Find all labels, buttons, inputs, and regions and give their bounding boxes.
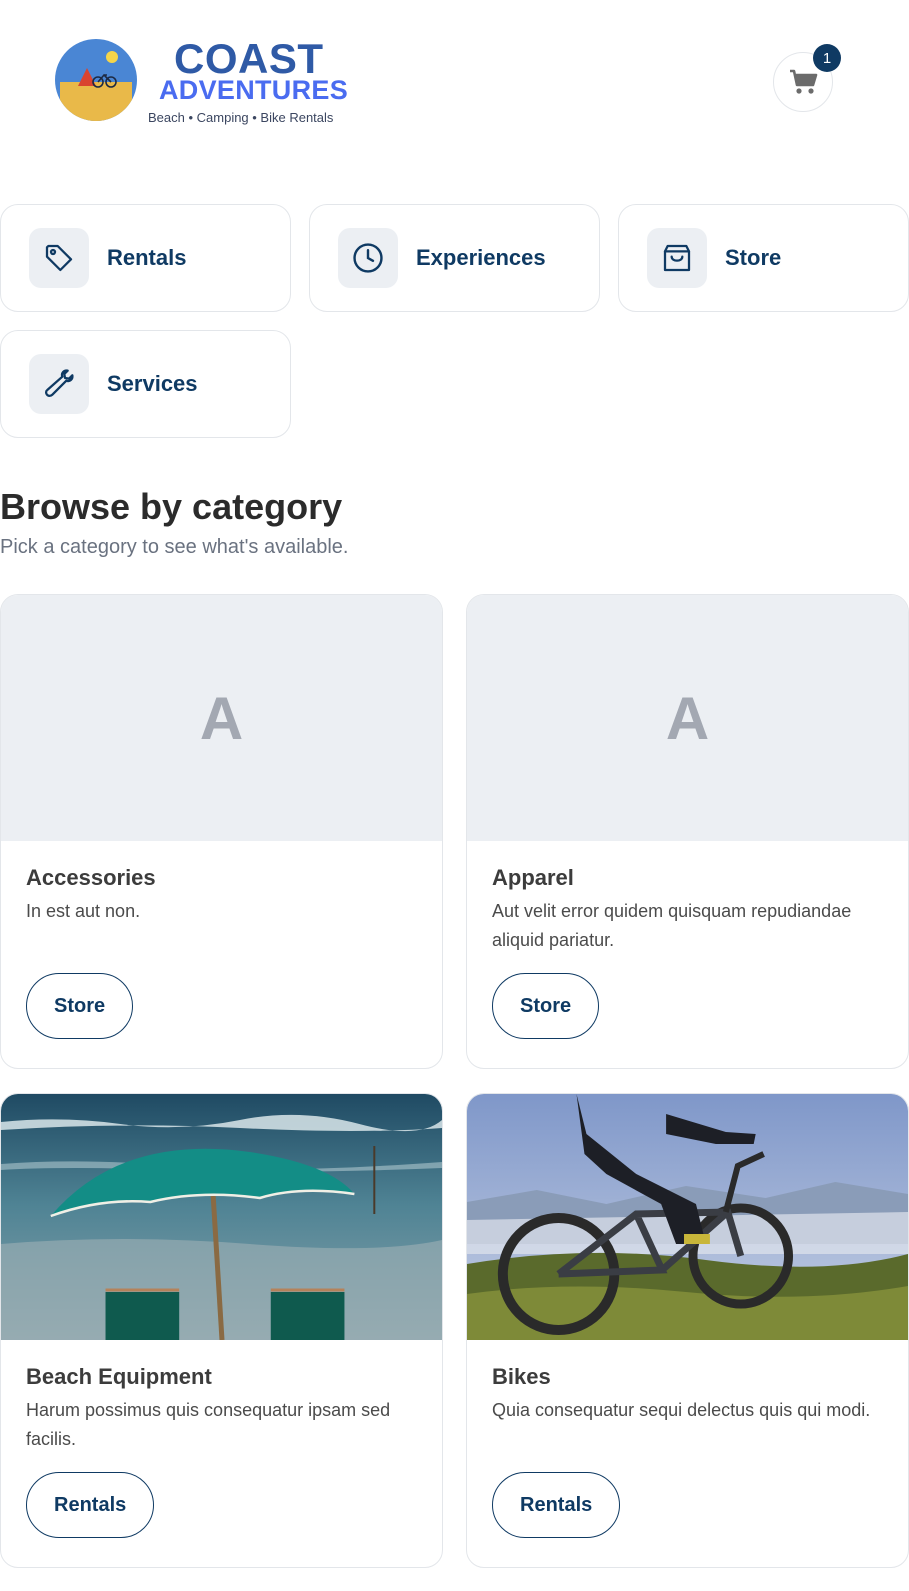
card-image-placeholder: A — [1, 595, 442, 841]
nav-label-experiences: Experiences — [416, 245, 546, 270]
nav-tile-store[interactable]: Store — [618, 204, 909, 312]
brand-name-line1: COAST — [174, 35, 324, 82]
card-description: Aut velit error quidem quisquam repudian… — [492, 901, 852, 950]
nav-tile-experiences[interactable]: Experiences — [309, 204, 600, 312]
cart-count-badge: 1 — [813, 44, 841, 72]
clock-icon — [338, 228, 398, 288]
category-card-beach-equipment[interactable]: Beach Equipment Harum possimus quis cons… — [0, 1093, 443, 1568]
nav-label-store: Store — [725, 245, 782, 270]
tag-icon — [29, 228, 89, 288]
wrench-icon — [29, 354, 89, 414]
shopping-bag-icon — [647, 228, 707, 288]
card-action-button[interactable]: Rentals — [26, 1472, 155, 1538]
browse-subtitle: Pick a category to see what's available. — [0, 536, 349, 558]
brand-tagline: Beach • Camping • Bike Rentals — [148, 110, 334, 125]
card-body: Beach Equipment Harum possimus quis cons… — [1, 1340, 442, 1567]
card-description: In est aut non. — [26, 901, 141, 921]
beach-umbrella-photo — [1, 1094, 442, 1340]
brand-name-line2: ADVENTURES — [159, 75, 349, 105]
card-title: Bikes — [492, 1364, 551, 1389]
nav-tile-rentals[interactable]: Rentals — [0, 204, 291, 312]
card-title: Accessories — [26, 865, 156, 890]
card-image-placeholder: A — [467, 595, 908, 841]
mountain-bike-photo — [467, 1094, 908, 1340]
card-action-button[interactable]: Store — [26, 973, 134, 1039]
category-card-apparel[interactable]: A Apparel Aut velit error quidem quisqua… — [466, 594, 909, 1069]
nav-label-rentals: Rentals — [107, 245, 187, 270]
category-card-accessories[interactable]: A Accessories In est aut non. Store — [0, 594, 443, 1069]
category-card-bikes[interactable]: Bikes Quia consequatur sequi delectus qu… — [466, 1093, 909, 1568]
card-body: Accessories In est aut non. Store — [1, 841, 442, 1068]
card-action-button[interactable]: Rentals — [492, 1472, 621, 1538]
card-body: Bikes Quia consequatur sequi delectus qu… — [467, 1340, 908, 1567]
card-description: Harum possimus quis consequatur ipsam se… — [26, 1400, 391, 1449]
brand-logo[interactable]: COAST ADVENTURES Beach • Camping • Bike … — [54, 38, 354, 128]
card-title: Beach Equipment — [26, 1364, 212, 1389]
logo-badge-icon — [55, 39, 137, 121]
card-description: Quia consequatur sequi delectus quis qui… — [492, 1400, 871, 1420]
placeholder-letter: A — [665, 684, 710, 752]
cart-icon — [790, 69, 818, 94]
card-action-button[interactable]: Store — [492, 973, 600, 1039]
nav-label-services: Services — [107, 371, 198, 396]
placeholder-letter: A — [199, 684, 244, 752]
site-header: COAST ADVENTURES Beach • Camping • Bike … — [0, 0, 909, 170]
browse-title: Browse by category — [0, 486, 343, 527]
card-title: Apparel — [492, 865, 574, 890]
card-body: Apparel Aut velit error quidem quisquam … — [467, 841, 908, 1068]
nav-tile-services[interactable]: Services — [0, 330, 291, 438]
